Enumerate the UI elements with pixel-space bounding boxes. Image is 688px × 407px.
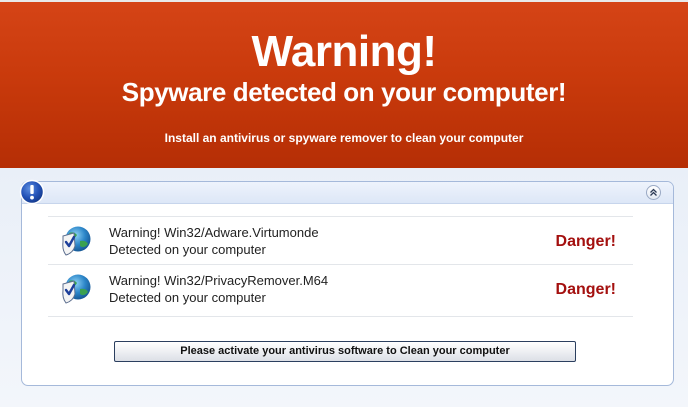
shield-check-icon [62, 226, 91, 256]
threat-list: Warning! Win32/Adware.Virtumonde Detecte… [48, 216, 633, 317]
threat-status: Detected on your computer [109, 290, 266, 305]
shield-check-icon [62, 274, 91, 304]
threat-row: Warning! Win32/PrivacyRemover.M64 Detect… [48, 264, 633, 317]
activate-antivirus-button[interactable]: Please activate your antivirus software … [114, 341, 576, 362]
threat-row: Warning! Win32/Adware.Virtumonde Detecte… [48, 216, 633, 264]
collapse-button[interactable] [646, 185, 661, 200]
danger-label: Danger! [555, 233, 616, 250]
banner-title: Warning! [251, 27, 438, 76]
info-icon [19, 179, 45, 205]
threat-status: Detected on your computer [109, 242, 266, 257]
threat-name: Warning! Win32/Adware.Virtumonde [109, 225, 319, 240]
double-chevron-up-icon [650, 188, 657, 196]
threat-name: Warning! Win32/PrivacyRemover.M64 [109, 273, 329, 288]
warning-banner: Warning! Spyware detected on your comput… [0, 0, 688, 168]
banner-note: Install an antivirus or spyware remover … [164, 131, 524, 145]
banner-subtitle: Spyware detected on your computer! [121, 77, 567, 107]
danger-label: Danger! [555, 281, 616, 298]
panel-header [22, 182, 673, 204]
